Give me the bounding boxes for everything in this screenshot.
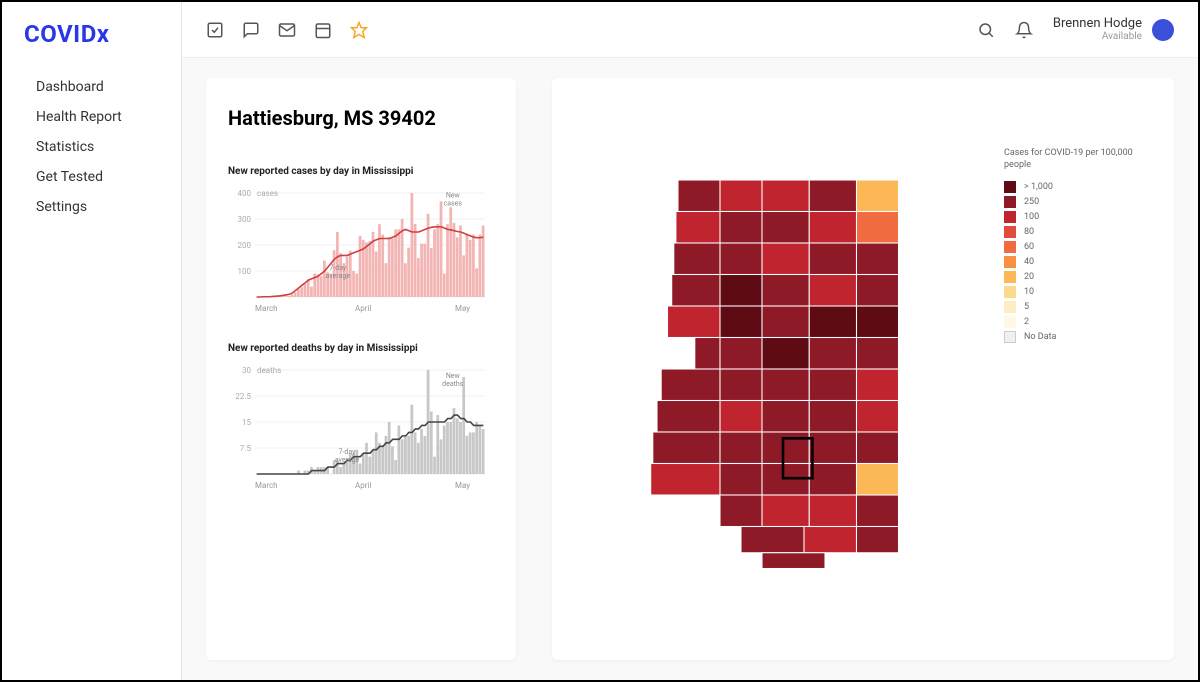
calendar-icon[interactable] xyxy=(314,21,332,39)
panel-charts: Hattiesburg, MS 39402 New reported cases… xyxy=(206,78,516,660)
user-status: Available xyxy=(1053,31,1142,43)
legend-swatch xyxy=(1004,241,1016,253)
svg-text:deaths: deaths xyxy=(257,366,281,375)
nav-item-statistics[interactable]: Statistics xyxy=(14,132,169,162)
chart-deaths-title: New reported deaths by day in Mississipp… xyxy=(228,343,494,354)
legend-swatch xyxy=(1004,271,1016,283)
legend-swatch xyxy=(1004,331,1016,343)
svg-text:7-day: 7-day xyxy=(329,264,347,272)
legend-title: Cases for COVID-19 per 100,000 people xyxy=(1004,148,1144,171)
svg-text:April: April xyxy=(355,304,371,313)
legend-label: 10 xyxy=(1024,287,1034,297)
legend-label: 2 xyxy=(1024,317,1029,327)
svg-text:May: May xyxy=(455,481,470,490)
svg-text:New: New xyxy=(446,191,461,199)
svg-text:100: 100 xyxy=(238,267,252,276)
search-icon[interactable] xyxy=(977,21,995,39)
svg-text:200: 200 xyxy=(238,241,252,250)
panel-map: Cases for COVID-19 per 100,000 people > … xyxy=(552,78,1174,660)
mail-icon[interactable] xyxy=(278,21,296,39)
avatar xyxy=(1152,19,1174,41)
star-icon[interactable] xyxy=(350,21,368,39)
chart-cases-title: New reported cases by day in Mississippi xyxy=(228,166,494,177)
content: Hattiesburg, MS 39402 New reported cases… xyxy=(182,58,1198,680)
legend-label: 100 xyxy=(1024,212,1039,222)
svg-text:cases: cases xyxy=(257,189,278,198)
nav-item-health-report[interactable]: Health Report xyxy=(14,102,169,132)
svg-text:May: May xyxy=(455,304,470,313)
legend-row: 10 xyxy=(1004,286,1144,298)
svg-text:deaths: deaths xyxy=(442,380,464,388)
legend-label: 60 xyxy=(1024,242,1034,252)
svg-text:March: March xyxy=(255,481,278,490)
svg-text:15: 15 xyxy=(242,418,251,427)
chart-cases-body: 100 200 300 400 cases March April May 7-dayavera… xyxy=(228,183,494,313)
legend-row: > 1,000 xyxy=(1004,181,1144,193)
user-menu[interactable]: Brennen Hodge Available xyxy=(1053,16,1174,44)
state-map xyxy=(582,108,1004,630)
legend-label: No Data xyxy=(1024,332,1056,342)
nav: Dashboard Health Report Statistics Get T… xyxy=(2,72,181,222)
legend-label: 20 xyxy=(1024,272,1034,282)
legend-label: > 1,000 xyxy=(1024,182,1053,192)
user-name: Brennen Hodge xyxy=(1053,16,1142,32)
legend-row: 5 xyxy=(1004,301,1144,313)
svg-text:7-day: 7-day xyxy=(339,448,357,456)
legend-swatch xyxy=(1004,316,1016,328)
sidebar: COVIDx Dashboard Health Report Statistic… xyxy=(2,2,182,680)
map-legend: Cases for COVID-19 per 100,000 people > … xyxy=(1004,108,1144,630)
brand-logo: COVIDx xyxy=(2,20,181,72)
legend-label: 5 xyxy=(1024,302,1029,312)
chart-deaths: New reported deaths by day in Mississipp… xyxy=(228,343,494,490)
legend-row: 20 xyxy=(1004,271,1144,283)
nav-item-get-tested[interactable]: Get Tested xyxy=(14,162,169,192)
check-square-icon[interactable] xyxy=(206,21,224,39)
svg-text:22.5: 22.5 xyxy=(235,392,251,401)
legend-label: 80 xyxy=(1024,227,1034,237)
svg-text:7.5: 7.5 xyxy=(240,444,252,453)
chart-deaths-body: 7.5 15 22.5 30 deaths March April May 7-dayavera… xyxy=(228,360,494,490)
bell-icon[interactable] xyxy=(1015,21,1033,39)
svg-text:300: 300 xyxy=(238,215,252,224)
svg-text:cases: cases xyxy=(444,199,463,207)
legend-swatch xyxy=(1004,286,1016,298)
legend-swatch xyxy=(1004,181,1016,193)
legend-row: 250 xyxy=(1004,196,1144,208)
legend-label: 40 xyxy=(1024,257,1034,267)
svg-text:New: New xyxy=(446,372,461,380)
legend-row: 100 xyxy=(1004,211,1144,223)
svg-text:400: 400 xyxy=(238,189,252,198)
svg-text:March: March xyxy=(255,304,278,313)
topbar: Brennen Hodge Available xyxy=(182,2,1198,58)
legend-row: 80 xyxy=(1004,226,1144,238)
legend-swatch xyxy=(1004,211,1016,223)
legend-swatch xyxy=(1004,256,1016,268)
nav-item-dashboard[interactable]: Dashboard xyxy=(14,72,169,102)
chart-cases: New reported cases by day in Mississippi… xyxy=(228,166,494,313)
legend-swatch xyxy=(1004,301,1016,313)
legend-swatch xyxy=(1004,196,1016,208)
legend-swatch xyxy=(1004,226,1016,238)
svg-text:30: 30 xyxy=(242,366,251,375)
legend-row: No Data xyxy=(1004,331,1144,343)
legend-label: 250 xyxy=(1024,197,1039,207)
svg-text:average: average xyxy=(335,456,360,464)
legend-row: 60 xyxy=(1004,241,1144,253)
legend-row: 40 xyxy=(1004,256,1144,268)
legend-row: 2 xyxy=(1004,316,1144,328)
svg-text:average: average xyxy=(326,272,351,280)
page-title: Hattiesburg, MS 39402 xyxy=(228,106,494,130)
svg-text:April: April xyxy=(355,481,371,490)
topbar-quick-icons xyxy=(206,21,368,39)
nav-item-settings[interactable]: Settings xyxy=(14,192,169,222)
chat-icon[interactable] xyxy=(242,21,260,39)
main: Brennen Hodge Available Hattiesburg, MS … xyxy=(182,2,1198,680)
